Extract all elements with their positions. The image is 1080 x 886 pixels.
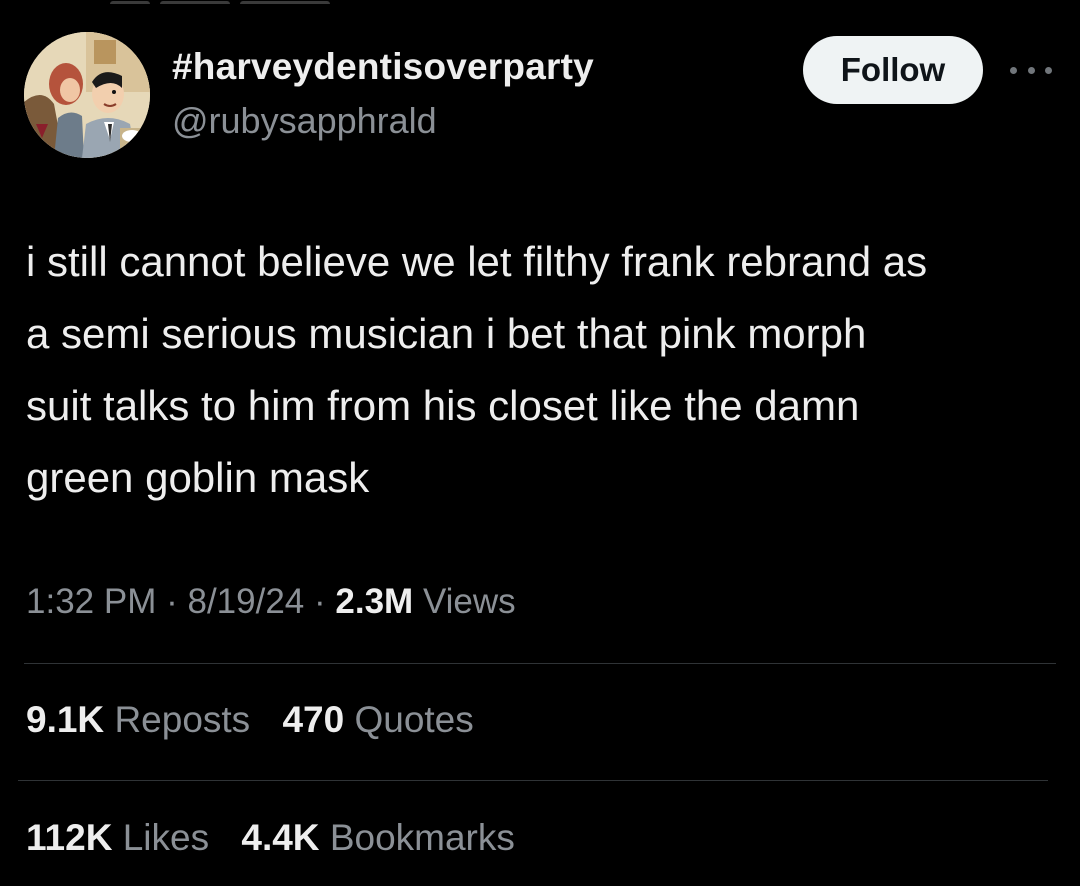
dot xyxy=(1045,66,1052,74)
bookmarks-label: Bookmarks xyxy=(329,817,515,858)
tweet-time[interactable]: 1:32 PM xyxy=(26,582,156,621)
engagement-stats-row: 112K Likes 4.4K Bookmarks xyxy=(26,817,537,859)
author-display-name[interactable]: #harveydentisoverparty xyxy=(172,46,594,88)
quotes-label: Quotes xyxy=(354,699,474,740)
quotes-stat[interactable]: 470 Quotes xyxy=(282,699,473,741)
reposts-label: Reposts xyxy=(114,699,251,740)
bookmarks-stat[interactable]: 4.4K Bookmarks xyxy=(241,817,515,859)
dot xyxy=(1010,66,1017,74)
likes-label: Likes xyxy=(122,817,210,858)
follow-button[interactable]: Follow xyxy=(803,36,983,104)
tweet-meta: 1:32 PM · 8/19/24 · 2.3M Views xyxy=(26,582,516,622)
likes-count: 112K xyxy=(26,817,113,858)
author-handle[interactable]: @rubysapphrald xyxy=(172,100,437,142)
tweet-date[interactable]: 8/19/24 xyxy=(187,582,304,621)
tweet-text: i still cannot believe we let filthy fra… xyxy=(26,238,928,501)
likes-stat[interactable]: 112K Likes xyxy=(26,817,209,859)
divider xyxy=(24,663,1056,664)
dot xyxy=(1027,66,1035,74)
meta-separator: · xyxy=(314,582,326,621)
engagement-stats-row: 9.1K Reposts 470 Quotes xyxy=(26,699,496,741)
reposts-stat[interactable]: 9.1K Reposts xyxy=(26,699,250,741)
meta-separator: · xyxy=(166,582,178,621)
more-options-icon[interactable] xyxy=(1010,58,1052,82)
divider xyxy=(18,780,1048,781)
views-label: Views xyxy=(422,582,516,621)
quotes-count: 470 xyxy=(282,699,345,740)
bookmarks-count: 4.4K xyxy=(241,817,320,858)
author-avatar[interactable] xyxy=(24,32,150,158)
reposts-count: 9.1K xyxy=(26,699,105,740)
views-count: 2.3M xyxy=(335,582,414,621)
cropped-previous-content xyxy=(110,0,390,4)
profile-avatar-cartoon-icon xyxy=(24,32,150,158)
